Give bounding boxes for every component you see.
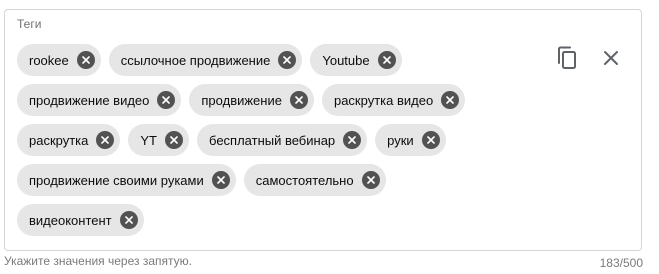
tag-chip[interactable]: ссылочное продвижение bbox=[108, 44, 303, 76]
character-counter: 183/500 bbox=[599, 256, 643, 270]
tag-chip[interactable]: бесплатный вебинар bbox=[197, 124, 368, 156]
tag-chip-label: ссылочное продвижение bbox=[120, 52, 271, 68]
cancel-circle-icon[interactable] bbox=[278, 51, 297, 69]
cancel-circle-icon[interactable] bbox=[211, 171, 230, 189]
tag-chip-label: продвижение своими руками bbox=[29, 172, 204, 188]
cancel-circle-icon[interactable] bbox=[343, 131, 362, 149]
cancel-circle-icon[interactable] bbox=[119, 211, 138, 229]
tag-chip-label: руки bbox=[387, 132, 414, 148]
tags-field[interactable]: Теги rookee ссылочное продвижение Youtub… bbox=[4, 9, 642, 251]
tag-chip[interactable]: продвижение своими руками bbox=[17, 164, 236, 196]
cancel-circle-icon[interactable] bbox=[289, 91, 308, 109]
tag-chip[interactable]: самостоятельно bbox=[243, 164, 386, 196]
cancel-circle-icon[interactable] bbox=[441, 91, 460, 109]
field-label: Теги bbox=[17, 17, 42, 31]
tag-chip[interactable]: Youtube bbox=[310, 44, 402, 76]
tag-chip-label: продвижение bbox=[201, 92, 282, 108]
tag-chip[interactable]: видеоконтент bbox=[17, 204, 144, 236]
tag-chip[interactable]: продвижение видео bbox=[17, 84, 182, 116]
cancel-circle-icon[interactable] bbox=[157, 91, 176, 109]
close-icon bbox=[603, 50, 619, 71]
chip-row: rookee ссылочное продвижение Youtube bbox=[17, 44, 547, 76]
cancel-circle-icon[interactable] bbox=[165, 131, 184, 149]
cancel-circle-icon[interactable] bbox=[361, 171, 380, 189]
tag-chip[interactable]: раскрутка видео bbox=[321, 84, 466, 116]
tag-chip-label: rookee bbox=[29, 52, 69, 68]
clear-all-button[interactable] bbox=[597, 46, 625, 74]
copy-icon bbox=[556, 46, 578, 75]
cancel-circle-icon[interactable] bbox=[421, 131, 440, 149]
helper-text: Укажите значения через запятую. bbox=[4, 254, 192, 268]
tag-chip-label: бесплатный вебинар bbox=[209, 132, 336, 148]
cancel-circle-icon[interactable] bbox=[96, 131, 115, 149]
tag-chip[interactable]: продвижение bbox=[189, 84, 314, 116]
cancel-circle-icon[interactable] bbox=[76, 51, 95, 69]
chip-list: rookee ссылочное продвижение Youtube про… bbox=[17, 44, 547, 244]
tag-chip[interactable]: YT bbox=[128, 124, 190, 156]
tag-chip-label: YT bbox=[140, 132, 158, 148]
tag-chip[interactable]: rookee bbox=[17, 44, 101, 76]
tag-chip-label: самостоятельно bbox=[255, 172, 354, 188]
tag-chip[interactable]: раскрутка bbox=[17, 124, 121, 156]
cancel-circle-icon[interactable] bbox=[377, 51, 396, 69]
chip-row: продвижение своими руками самостоятельно bbox=[17, 164, 547, 196]
chip-row: продвижение видео продвижение раскрутка … bbox=[17, 84, 547, 116]
tag-chip-label: Youtube bbox=[322, 52, 370, 68]
tag-chip-label: раскрутка видео bbox=[333, 92, 434, 108]
chip-row: раскрутка YT бесплатный вебинар руки bbox=[17, 124, 547, 156]
copy-button[interactable] bbox=[553, 46, 581, 74]
tag-chip[interactable]: руки bbox=[375, 124, 446, 156]
tag-chip-label: раскрутка bbox=[29, 132, 89, 148]
chip-row: видеоконтент bbox=[17, 204, 547, 236]
tag-chip-label: видеоконтент bbox=[29, 212, 112, 228]
tag-chip-label: продвижение видео bbox=[29, 92, 150, 108]
